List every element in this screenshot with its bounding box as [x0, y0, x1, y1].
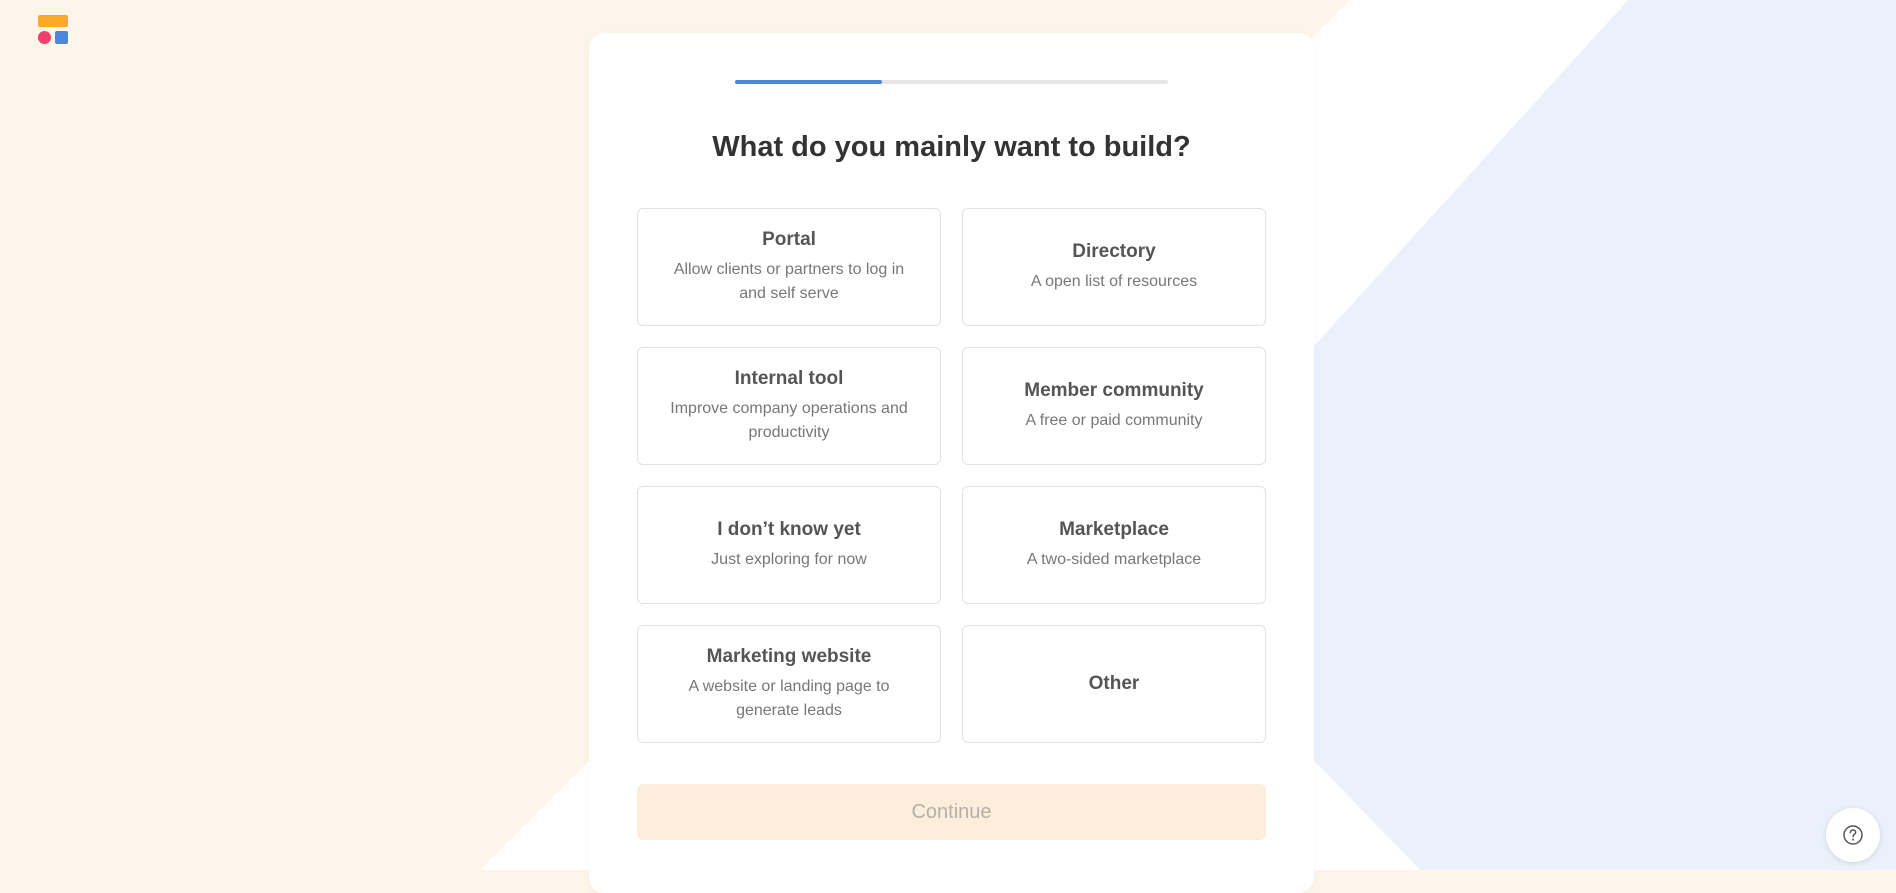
- option-title: Other: [1088, 673, 1140, 694]
- progress-bar-fill: [735, 80, 883, 84]
- option-dont-know-yet[interactable]: I don’t know yet Just exploring for now: [637, 486, 941, 604]
- page-title: What do you mainly want to build?: [712, 131, 1191, 163]
- option-internal-tool[interactable]: Internal tool Improve company operations…: [637, 347, 941, 465]
- help-icon: [1843, 825, 1863, 845]
- option-marketing-website[interactable]: Marketing website A website or landing p…: [637, 625, 941, 743]
- continue-button[interactable]: Continue: [637, 784, 1266, 840]
- option-title: Marketing website: [706, 646, 872, 667]
- option-member-community[interactable]: Member community A free or paid communit…: [962, 347, 1266, 465]
- app-logo-icon[interactable]: [38, 15, 68, 45]
- option-other[interactable]: Other: [962, 625, 1266, 743]
- option-description: Allow clients or partners to log in and …: [673, 261, 905, 302]
- option-title: Portal: [762, 229, 816, 250]
- option-marketplace[interactable]: Marketplace A two-sided marketplace: [962, 486, 1266, 604]
- option-title: I don’t know yet: [717, 519, 861, 540]
- onboarding-card: What do you mainly want to build? Portal…: [589, 33, 1314, 893]
- help-button[interactable]: [1826, 808, 1880, 862]
- option-description: Just exploring for now: [711, 551, 867, 568]
- option-description: Improve company operations and productiv…: [670, 400, 908, 441]
- option-description: A open list of resources: [1030, 273, 1198, 290]
- option-portal[interactable]: Portal Allow clients or partners to log …: [637, 208, 941, 326]
- option-description: A website or landing page to generate le…: [688, 678, 890, 719]
- option-description: A two-sided marketplace: [1026, 551, 1202, 568]
- option-title: Directory: [1072, 241, 1156, 262]
- option-description: A free or paid community: [1025, 412, 1203, 429]
- option-title: Member community: [1024, 380, 1204, 401]
- progress-bar: [735, 80, 1168, 84]
- option-title: Internal tool: [734, 368, 844, 389]
- option-directory[interactable]: Directory A open list of resources: [962, 208, 1266, 326]
- option-title: Marketplace: [1059, 519, 1169, 540]
